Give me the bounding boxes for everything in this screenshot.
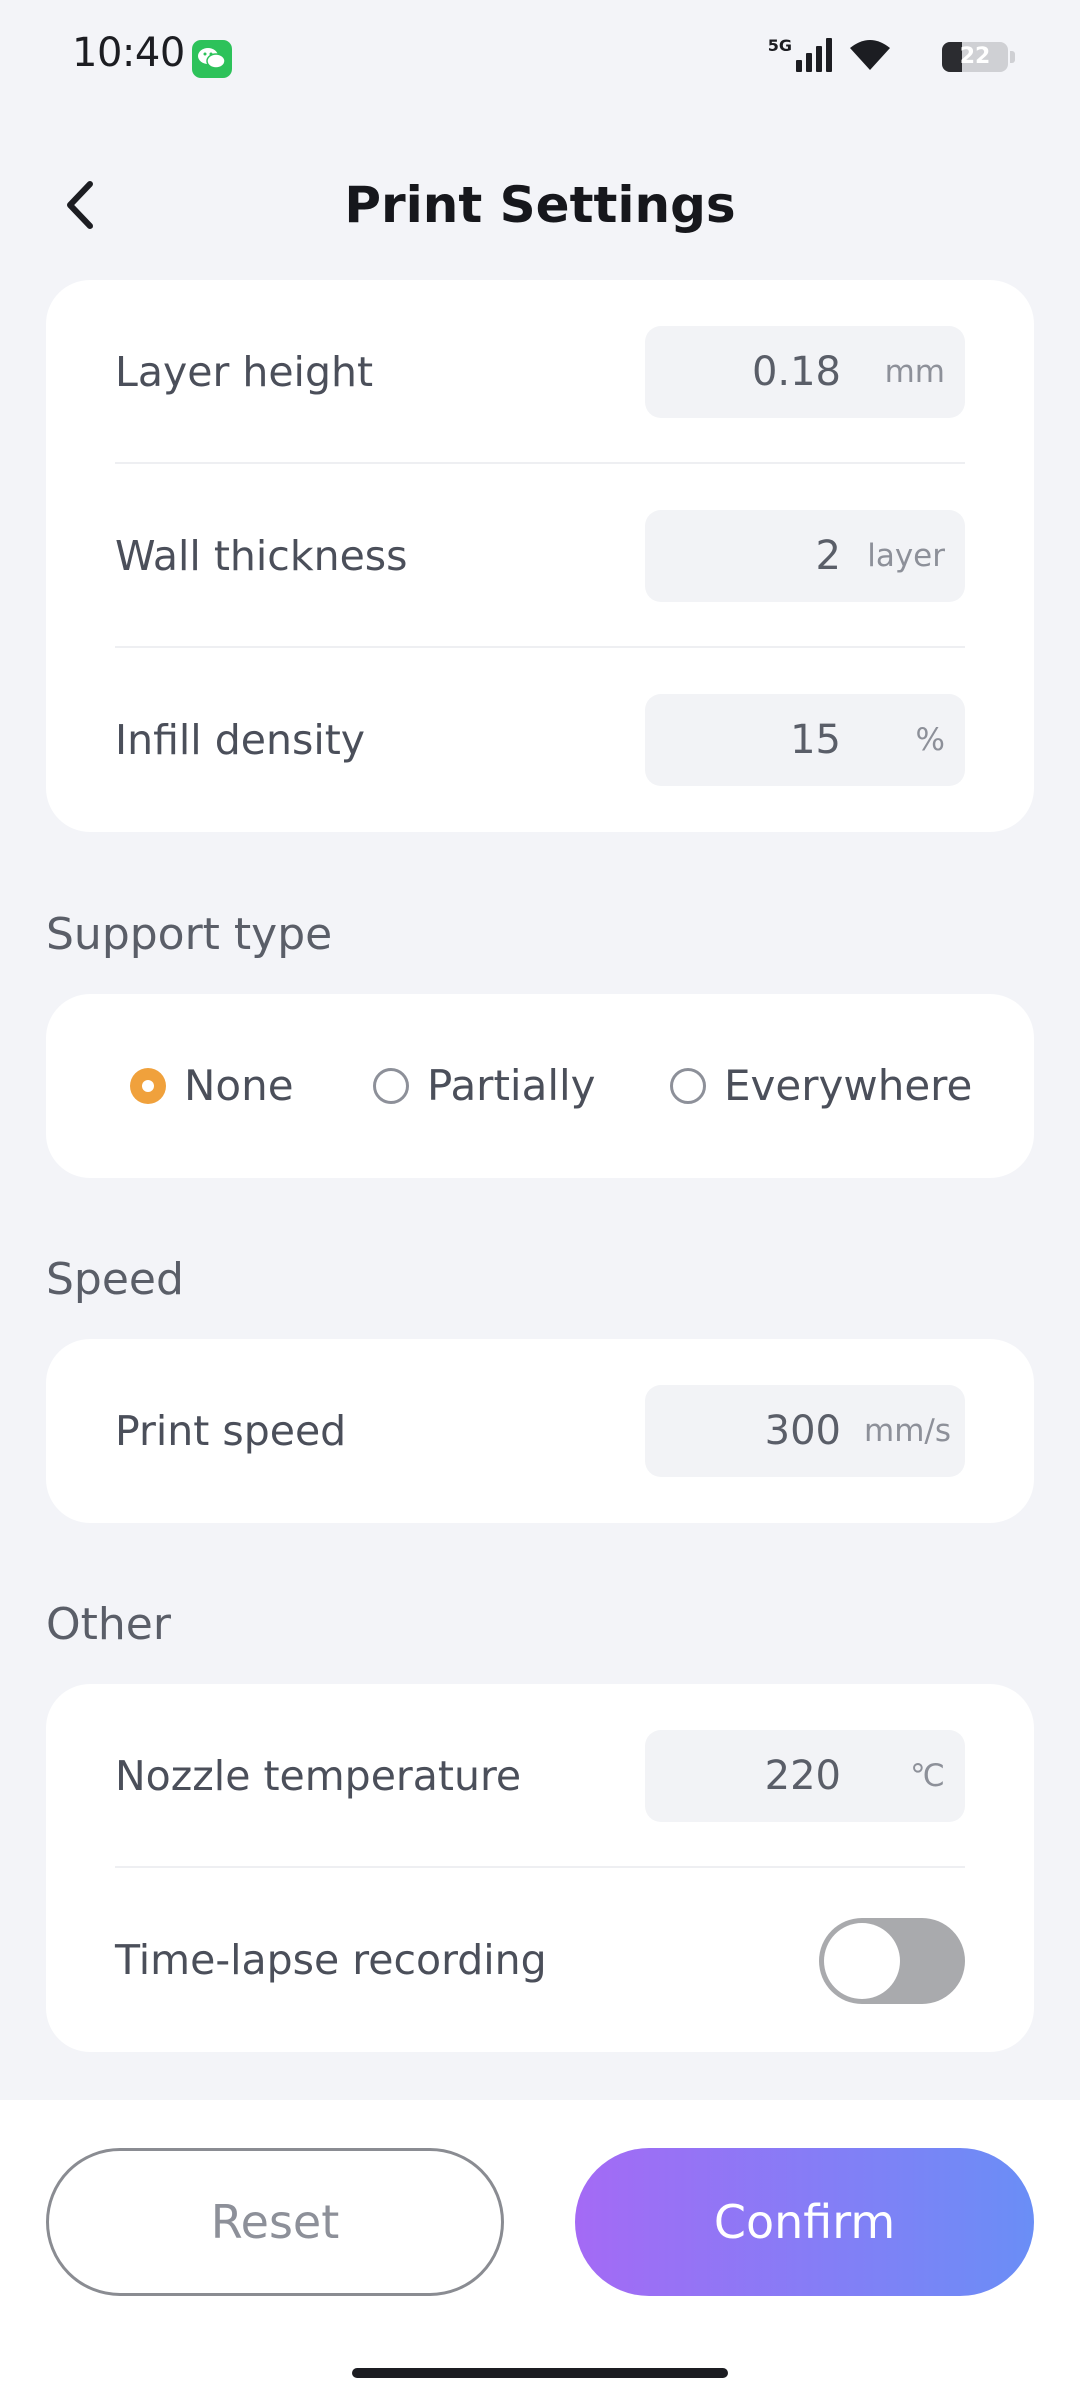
radio-unchecked-icon <box>670 1068 706 1104</box>
radio-label: Partially <box>427 1061 596 1110</box>
radio-support-none[interactable]: None <box>130 994 310 1178</box>
wechat-icon <box>192 40 232 78</box>
home-indicator[interactable] <box>352 2368 728 2378</box>
status-time: 10:40 <box>72 30 185 76</box>
wall-thickness-value: 2 <box>815 533 841 579</box>
nozzle-temperature-row: Nozzle temperature 220 ℃ <box>115 1684 965 1868</box>
layer-height-label: Layer height <box>115 348 374 396</box>
layer-height-row: Layer height 0.18 mm <box>115 280 965 464</box>
other-title: Other <box>46 1599 171 1650</box>
layer-height-value: 0.18 <box>751 349 841 395</box>
signal-icon <box>796 38 832 72</box>
page-title: Print Settings <box>344 176 736 234</box>
timelapse-label: Time-lapse recording <box>115 1936 547 1984</box>
support-type-title: Support type <box>46 909 333 960</box>
wall-thickness-row: Wall thickness 2 layer <box>115 464 965 648</box>
radio-label: Everywhere <box>724 1061 973 1110</box>
layer-height-input[interactable]: 0.18 mm <box>645 326 965 418</box>
print-speed-input[interactable]: 300 mm/s <box>645 1385 965 1477</box>
support-type-card: None Partially Everywhere <box>46 994 1034 1178</box>
radio-support-everywhere[interactable]: Everywhere <box>670 994 990 1178</box>
basic-settings-card: Layer height 0.18 mm Wall thickness 2 la… <box>46 280 1034 832</box>
toggle-knob <box>824 1923 900 1999</box>
speed-card: Print speed 300 mm/s <box>46 1339 1034 1523</box>
print-speed-unit: mm/s <box>864 1413 951 1449</box>
reset-button[interactable]: Reset <box>46 2148 504 2296</box>
timelapse-toggle[interactable] <box>819 1918 965 2004</box>
nozzle-temperature-label: Nozzle temperature <box>115 1752 522 1800</box>
confirm-button[interactable]: Confirm <box>575 2148 1034 2296</box>
network-type: 5G <box>767 36 792 55</box>
bottom-action-bar: Reset Confirm <box>0 2100 1080 2400</box>
speed-title: Speed <box>46 1254 184 1305</box>
radio-unchecked-icon <box>373 1068 409 1104</box>
wifi-icon <box>850 40 890 70</box>
radio-checked-icon <box>130 1068 166 1104</box>
radio-label: None <box>184 1061 294 1110</box>
battery-icon: 22 <box>942 42 1015 72</box>
infill-density-label: Infill density <box>115 716 366 764</box>
infill-density-row: Infill density 15 % <box>115 648 965 832</box>
battery-level: 22 <box>959 44 991 69</box>
infill-density-input[interactable]: 15 % <box>645 694 965 786</box>
status-bar: 10:40 5G 22 <box>0 0 1080 120</box>
nozzle-temperature-unit: ℃ <box>910 1758 945 1794</box>
radio-support-partially[interactable]: Partially <box>373 994 613 1178</box>
wall-thickness-unit: layer <box>867 538 945 574</box>
wall-thickness-input[interactable]: 2 layer <box>645 510 965 602</box>
layer-height-unit: mm <box>884 354 945 390</box>
nozzle-temperature-input[interactable]: 220 ℃ <box>645 1730 965 1822</box>
nozzle-temperature-value: 220 <box>764 1753 841 1799</box>
infill-density-value: 15 <box>790 717 841 763</box>
other-card: Nozzle temperature 220 ℃ Time-lapse reco… <box>46 1684 1034 2052</box>
print-speed-row: Print speed 300 mm/s <box>115 1339 965 1523</box>
wall-thickness-label: Wall thickness <box>115 532 408 580</box>
print-speed-label: Print speed <box>115 1407 347 1455</box>
timelapse-row: Time-lapse recording <box>115 1868 965 2052</box>
print-speed-value: 300 <box>764 1408 841 1454</box>
header: Print Settings <box>0 150 1080 260</box>
infill-density-unit: % <box>915 722 945 758</box>
